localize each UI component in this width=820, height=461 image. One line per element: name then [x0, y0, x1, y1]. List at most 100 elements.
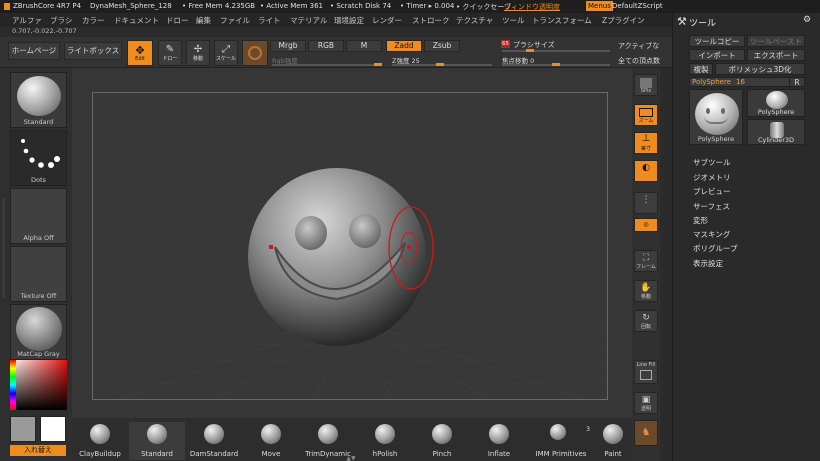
menu-brush[interactable]: ブラシ: [50, 15, 72, 26]
swap-colors-button[interactable]: 入れ替え: [10, 445, 66, 456]
frame-button[interactable]: ⛶ フレーム: [634, 250, 658, 272]
display-properties-menu[interactable]: 表示設定: [693, 258, 723, 269]
geometry-menu[interactable]: ジオメトリ: [693, 172, 731, 183]
subtool-menu[interactable]: サブツール: [693, 157, 731, 168]
spix-button[interactable]: SPix: [634, 74, 658, 96]
quicksave-button[interactable]: • クイックセーブ: [456, 2, 511, 12]
menu-texture[interactable]: テクスチャ: [456, 15, 493, 26]
transparent-button[interactable]: ▣ 透明: [634, 392, 658, 414]
m-button[interactable]: M: [346, 40, 382, 52]
polysphere-tool-thumb[interactable]: PolySphere: [747, 89, 805, 117]
make-polymesh-button[interactable]: ポリメッシュ3D化: [715, 63, 805, 75]
move-button[interactable]: ✢ 移動: [186, 40, 210, 66]
clone-button[interactable]: 複製: [689, 63, 713, 75]
menu-file[interactable]: ファイル: [220, 15, 250, 26]
brush-paint[interactable]: Paint: [594, 422, 632, 460]
scale-button[interactable]: ⤢ スケール: [214, 40, 238, 66]
masking-menu[interactable]: マスキング: [693, 229, 730, 240]
solo-button[interactable]: ♞: [634, 420, 658, 446]
brush-pinch[interactable]: Pinch: [414, 422, 470, 460]
floor-button[interactable]: ◎: [634, 218, 658, 232]
shelf-expand-icon[interactable]: ▲▼: [344, 455, 358, 461]
viewport-scene[interactable]: [93, 93, 608, 400]
aa-half-icon: ◐: [642, 163, 650, 173]
imm-primitives-label: IMM Primitives: [535, 450, 587, 458]
settings-icon[interactable]: ⚙: [803, 15, 811, 25]
move-view-button[interactable]: ✋ 移動: [634, 280, 658, 302]
import-button[interactable]: インポート: [689, 49, 745, 61]
brush-standard[interactable]: Standard: [129, 422, 185, 460]
z-intensity-knob[interactable]: [436, 63, 444, 66]
texture-selector[interactable]: Texture Off: [10, 246, 67, 302]
brush-claybuildup[interactable]: ClayBuildup: [72, 422, 128, 460]
mrgb-button[interactable]: Mrgb: [270, 40, 306, 52]
brush-size-track[interactable]: [502, 50, 610, 52]
menu-alpha[interactable]: アルファ: [12, 15, 42, 26]
rotate-button[interactable]: [242, 40, 268, 66]
edit-mode-button[interactable]: ✥ Edit: [127, 40, 153, 66]
hue-strip[interactable]: [10, 360, 16, 410]
homepage-button[interactable]: ホームページ: [8, 42, 60, 60]
brush-move[interactable]: Move: [243, 422, 299, 460]
material-selector[interactable]: MatCap Gray: [10, 304, 67, 360]
polysphere-slider[interactable]: PolySphere 16: [689, 77, 805, 87]
lightbox-button[interactable]: ライトボックス: [64, 42, 122, 60]
menu-light[interactable]: ライト: [258, 15, 281, 26]
spix-icon: [640, 78, 652, 88]
cylinder3d-tool-thumb[interactable]: Cylinder3D: [747, 119, 805, 145]
zadd-button[interactable]: Zadd: [386, 40, 422, 52]
rotate-view-button[interactable]: ↻ 回転: [634, 310, 658, 332]
rgb-button[interactable]: RGB: [308, 40, 344, 52]
deformation-menu[interactable]: 変形: [693, 215, 708, 226]
alpha-selector[interactable]: Alpha Off: [10, 188, 67, 244]
solo-icon: ♞: [641, 427, 651, 438]
rgb-intensity-track[interactable]: [272, 64, 382, 66]
menu-draw[interactable]: ドロー: [166, 15, 189, 26]
rgb-intensity-knob[interactable]: [374, 63, 382, 66]
menu-zplugin[interactable]: Zプラグイン: [602, 15, 645, 26]
brush-damstandard[interactable]: DamStandard: [186, 422, 242, 460]
zsub-button[interactable]: Zsub: [424, 40, 460, 52]
menu-transform[interactable]: トランスフォーム: [532, 15, 592, 26]
current-tool-label: PolySphere: [697, 135, 735, 143]
actual-size-button[interactable]: ⊥ 実寸: [634, 132, 658, 154]
menu-material[interactable]: マテリアル: [290, 15, 327, 26]
default-zscript-button[interactable]: DefaultZScript: [612, 2, 663, 10]
copy-tool-button[interactable]: ツールコピー: [689, 35, 745, 47]
focal-shift-knob[interactable]: [552, 63, 560, 66]
brush-size-badge: 65: [501, 40, 510, 48]
current-tool-thumbnail[interactable]: PolySphere: [689, 89, 743, 145]
menu-edit[interactable]: 編集: [196, 15, 211, 26]
brush-hpolish[interactable]: hPolish: [357, 422, 413, 460]
draw-button[interactable]: ✎ ドロー: [158, 40, 182, 66]
menus-button[interactable]: Menus: [586, 1, 613, 11]
stroke-selector[interactable]: Dots: [10, 130, 67, 186]
document-canvas[interactable]: [92, 92, 608, 400]
menu-render[interactable]: レンダー: [372, 15, 402, 26]
zoom-button[interactable]: ズーム: [634, 104, 658, 126]
export-button[interactable]: エクスポート: [747, 49, 805, 61]
menu-tool[interactable]: ツール: [502, 15, 525, 26]
perspective-button[interactable]: ⋮: [634, 192, 658, 214]
aa-half-button[interactable]: ◐: [634, 160, 658, 182]
color-picker[interactable]: [10, 360, 67, 410]
transparency-button[interactable]: ウィンドウ透明度: [504, 2, 560, 12]
secondary-color-swatch[interactable]: [40, 416, 66, 442]
menu-preferences[interactable]: 環境設定: [334, 15, 364, 26]
paste-tool-button[interactable]: ツールペースト: [747, 35, 805, 47]
brush-size-knob[interactable]: [526, 49, 534, 52]
left-scrollbar[interactable]: [2, 198, 5, 298]
r-button[interactable]: R: [789, 77, 805, 87]
polysphere-slider-count: 16: [736, 78, 745, 86]
surface-menu[interactable]: サーフェス: [693, 201, 730, 212]
menu-document[interactable]: ドキュメント: [114, 15, 159, 26]
polygroups-menu[interactable]: ポリグループ: [693, 243, 738, 254]
menu-stroke[interactable]: ストローク: [412, 15, 450, 26]
primary-color-swatch[interactable]: [10, 416, 36, 442]
menu-color[interactable]: カラー: [82, 15, 105, 26]
brush-selector[interactable]: Standard: [10, 72, 67, 128]
preview-menu[interactable]: プレビュー: [693, 186, 731, 197]
brush-imm-primitives[interactable]: 3 IMM Primitives: [528, 422, 594, 460]
brush-inflate[interactable]: Inflate: [471, 422, 527, 460]
line-fill-button[interactable]: Line Fill: [634, 360, 658, 384]
